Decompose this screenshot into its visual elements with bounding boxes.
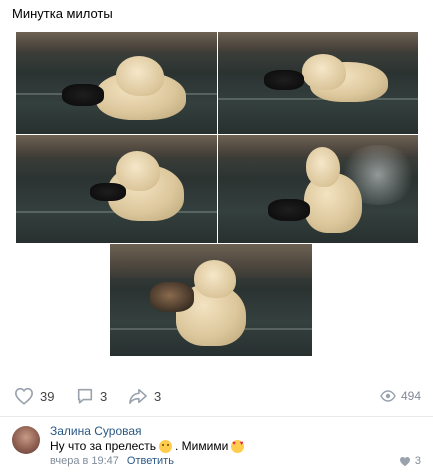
post-actions: 39 3 3 494: [0, 384, 433, 408]
divider: [0, 416, 433, 417]
photo-toy: [150, 282, 194, 312]
photo-background: [16, 32, 217, 55]
heart-icon: [399, 456, 410, 466]
comment-like-button[interactable]: 3: [399, 455, 421, 467]
photo-1[interactable]: [16, 32, 217, 134]
photo-toy: [90, 183, 126, 201]
comment-icon: [77, 388, 93, 404]
comment-count: 3: [100, 388, 108, 404]
like-count: 39: [40, 388, 55, 404]
photo-background: [218, 32, 418, 55]
photo-toy: [62, 84, 104, 106]
comment-time[interactable]: вчера в 19:47: [50, 455, 119, 467]
photo-toy: [264, 70, 304, 90]
photo-bear-head: [302, 54, 346, 90]
comment-text-part1: Ну что за прелесть: [50, 439, 157, 453]
heart-eyes-emoji-icon: [231, 439, 245, 453]
comment: Залина Суровая Ну что за прелесть . Мими…: [0, 422, 433, 472]
views-count: 494: [400, 389, 421, 403]
heart-icon: [14, 387, 34, 405]
like-button[interactable]: 39: [14, 384, 54, 408]
comment-like-count: 3: [414, 455, 421, 467]
share-button[interactable]: 3: [128, 384, 161, 408]
comment-text: Ну что за прелесть . Мимими: [50, 439, 245, 453]
photo-water: [218, 98, 418, 101]
photo-5[interactable]: [110, 244, 312, 356]
photo-2[interactable]: [218, 32, 418, 134]
comment-text-part2: . Мимими: [175, 439, 229, 453]
photo-bear-head: [194, 260, 236, 298]
comment-meta: вчера в 19:47 Ответить: [50, 455, 174, 467]
photo-bear-head: [116, 56, 164, 96]
comment-button[interactable]: 3: [76, 384, 107, 408]
photo-bear-head: [306, 147, 340, 187]
share-count: 3: [154, 388, 162, 404]
eye-icon: [380, 390, 396, 402]
comment-author[interactable]: Залина Суровая: [50, 424, 142, 438]
smile-emoji-icon: [159, 439, 173, 453]
photo-4[interactable]: [218, 135, 418, 243]
share-icon: [129, 388, 147, 405]
photo-toy: [268, 199, 310, 221]
photo-3[interactable]: [16, 135, 217, 243]
reply-button[interactable]: Ответить: [127, 455, 174, 467]
photo-collage: [16, 32, 418, 356]
avatar[interactable]: [12, 426, 40, 454]
views-counter: 494: [380, 384, 421, 408]
post-text: Минутка милоты: [12, 6, 113, 21]
photo-background: [16, 135, 217, 159]
